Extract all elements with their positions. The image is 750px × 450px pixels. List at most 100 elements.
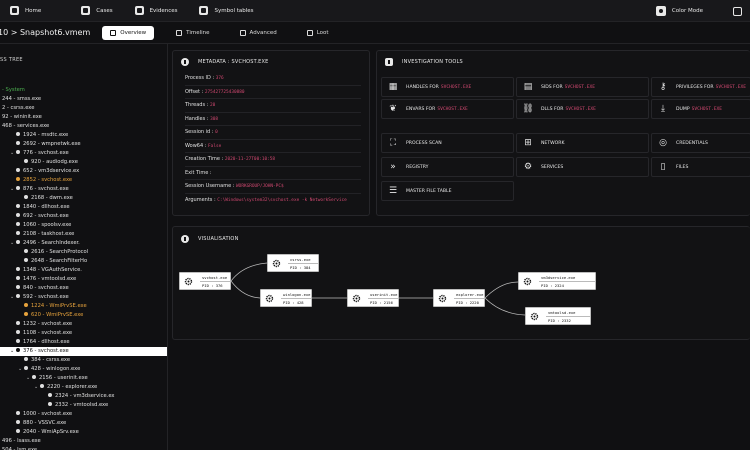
scan-icon: ⛶ — [389, 138, 397, 148]
services-button[interactable]: ⚙ SERVICES — [516, 157, 649, 177]
home-icon — [10, 6, 19, 15]
tree-row[interactable]: 468 - services.exe — [0, 122, 167, 131]
tree-row[interactable]: ⌄ 2496 - SearchIndexer. — [0, 239, 167, 248]
tree-row[interactable]: 1224 - WmiPrvSE.exe — [0, 302, 167, 311]
chevron-down-icon[interactable]: ⌄ — [10, 185, 16, 194]
nav-evidences[interactable]: Evidences — [134, 6, 177, 15]
tree-row[interactable]: 92 - wininit.exe — [0, 113, 167, 122]
chevron-down-icon[interactable]: ⌄ — [10, 293, 16, 302]
tree-row-label: 776 - svchost.exe — [23, 150, 69, 156]
credentials-button[interactable]: ◎ CREDENTIALS — [651, 133, 750, 153]
tree-row[interactable]: 1060 - spoolsv.exe — [0, 221, 167, 230]
tree-row-label: 2040 - WmiApSrv.exe — [23, 429, 79, 435]
process-icon — [16, 329, 20, 334]
tree-row[interactable]: 504 - lsm.exe — [0, 446, 167, 450]
tree-row[interactable]: 652 - vm3dservice.ex — [0, 167, 167, 176]
graph-node-csrss[interactable]: csrss.exe PID : 384 — [267, 254, 319, 272]
logout-icon[interactable] — [733, 6, 742, 16]
tree-row-label: 2 - csrss.exe — [2, 105, 35, 111]
tree-row[interactable]: 2040 - WmiApSrv.exe — [0, 428, 167, 437]
tree-row[interactable]: 2324 - vm3dservice.ex — [0, 392, 167, 401]
privileges-button[interactable]: ⚷ PRIVILEGES FOR SVCHOST.EXE — [651, 77, 750, 97]
nav-symbol-tables[interactable]: Symbol tables — [199, 6, 254, 15]
tree-row[interactable]: ⌄ 2220 - explorer.exe — [0, 383, 167, 392]
graph-node-winlogon[interactable]: winlogon.exe PID : 428 — [260, 289, 312, 307]
metadata-key: Session id : — [185, 129, 216, 135]
nav-cases[interactable]: Cases — [81, 6, 113, 15]
symbol-tables-icon — [199, 6, 209, 15]
color-mode-toggle[interactable]: Color Mode — [655, 6, 703, 16]
tree-row[interactable]: 1924 - msdtc.exe — [0, 131, 167, 140]
tree-row[interactable]: 920 - audiodg.exe — [0, 158, 167, 167]
process-icon — [16, 410, 20, 415]
process-icon — [16, 419, 20, 424]
sids-button[interactable]: ▤ SIDS FOR SVCHOST.EXE — [516, 77, 649, 97]
tree-row-label: 468 - services.exe — [2, 123, 50, 129]
tree-row[interactable]: ⌄ 592 - svchost.exe — [0, 293, 167, 302]
tab-advanced[interactable]: Advanced — [232, 26, 285, 40]
chevron-down-icon[interactable]: ⌄ — [10, 149, 16, 158]
tree-row[interactable]: 2616 - SearchProtocol — [0, 248, 167, 257]
process-scan-button[interactable]: ⛶ PROCESS SCAN — [381, 133, 514, 153]
metadata-divider — [185, 138, 361, 140]
files-button[interactable]: ▯ FILES — [651, 157, 750, 177]
tree-row[interactable]: 384 - csrss.exe — [0, 356, 167, 365]
tree-row[interactable]: - System — [0, 86, 167, 95]
tree-row[interactable]: 1232 - svchost.exe — [0, 320, 167, 329]
metadata-row: Arguments : C:\Windows\system32\svchost.… — [185, 195, 347, 205]
graph-node-vmtoolsd[interactable]: vmtoolsd.exe PID : 2332 — [525, 307, 591, 325]
handles-button[interactable]: ▦ HANDLES FOR SVCHOST.EXE — [381, 77, 514, 97]
tree-row-label: - System — [2, 87, 25, 93]
tree-row[interactable]: 2332 - vmtoolsd.exe — [0, 401, 167, 410]
network-button[interactable]: ⊞ NETWORK — [516, 133, 649, 153]
tree-row[interactable]: 1840 - dllhost.exe — [0, 203, 167, 212]
process-icon — [16, 239, 20, 244]
chevron-down-icon[interactable]: ⌄ — [10, 239, 16, 248]
graph-node-vm3dservice[interactable]: vm3dservice.exe PID : 2324 — [518, 272, 596, 290]
tree-row[interactable]: 620 - WmiPrvSE.exe — [0, 311, 167, 320]
dlls-button[interactable]: ⛓ DLLS FOR SVCHOST.EXE — [516, 99, 649, 119]
chevron-down-icon[interactable]: ⌄ — [26, 374, 32, 383]
tree-row[interactable]: 840 - svchost.exe — [0, 284, 167, 293]
tree-row[interactable]: ⌄ 876 - svchost.exe — [0, 185, 167, 194]
tree-row[interactable]: 2168 - dwm.exe — [0, 194, 167, 203]
tree-row[interactable]: ⌄ 2156 - userinit.exe — [0, 374, 167, 383]
nav-home[interactable]: Home — [10, 6, 41, 15]
process-icon — [40, 383, 44, 388]
chevron-down-icon[interactable]: ⌄ — [18, 365, 24, 374]
tree-row[interactable]: 2852 - svchost.exe — [0, 176, 167, 185]
tree-row[interactable]: 2 - csrss.exe — [0, 104, 167, 113]
tab-timeline[interactable]: Timeline — [168, 26, 217, 40]
graph-node-userinit[interactable]: userinit.exe PID : 2156 — [347, 289, 399, 307]
tree-row[interactable]: ⌄ 776 - svchost.exe — [0, 149, 167, 158]
tree-row[interactable]: ⌄ 428 - winlogon.exe — [0, 365, 167, 374]
tree-row[interactable]: 1000 - svchost.exe — [0, 410, 167, 419]
tree-row[interactable]: 1764 - dllhost.exe — [0, 338, 167, 347]
dump-button[interactable]: ⤓ DUMP SVCHOST.EXE — [651, 99, 750, 119]
tree-row-label: 1232 - svchost.exe — [23, 321, 73, 327]
process-icon — [16, 428, 20, 433]
tree-row[interactable]: 692 - svchost.exe — [0, 212, 167, 221]
chevron-down-icon[interactable]: ⌄ — [10, 347, 16, 356]
tree-row[interactable]: 2692 - wmpnetwk.exe — [0, 140, 167, 149]
tab-overview[interactable]: Overview — [102, 25, 155, 40]
tree-row[interactable]: 496 - lsass.exe — [0, 437, 167, 446]
graph-node-explorer[interactable]: explorer.exe PID : 2220 — [433, 289, 485, 307]
tree-row[interactable]: 1476 - vmtoolsd.exe — [0, 275, 167, 284]
tree-row[interactable]: 2648 - SearchFilterHo — [0, 257, 167, 266]
tree-row[interactable]: 2108 - taskhost.exe — [0, 230, 167, 239]
master-file-table-button[interactable]: ☰ MASTER FILE TABLE — [381, 181, 514, 201]
metadata-divider — [185, 192, 361, 194]
tree-row[interactable]: 1348 - VGAuthService. — [0, 266, 167, 275]
registry-button[interactable]: » REGISTRY — [381, 157, 514, 177]
tree-row[interactable]: ⌄ 376 - svchost.exe — [0, 347, 167, 356]
tree-row[interactable]: 880 - VSSVC.exe — [0, 419, 167, 428]
tree-row[interactable]: 244 - smss.exe — [0, 95, 167, 104]
tree-row-label: 2852 - svchost.exe — [23, 177, 73, 183]
tab-loot[interactable]: Loot — [299, 26, 337, 40]
tree-row[interactable]: 1108 - svchost.exe — [0, 329, 167, 338]
process-icon — [24, 248, 28, 253]
envars-button[interactable]: ❦ ENVARS FOR SVCHOST.EXE — [381, 99, 514, 119]
chevron-down-icon[interactable]: ⌄ — [34, 383, 40, 392]
graph-node-svchost[interactable]: svchost.exe PID : 376 — [179, 272, 231, 290]
